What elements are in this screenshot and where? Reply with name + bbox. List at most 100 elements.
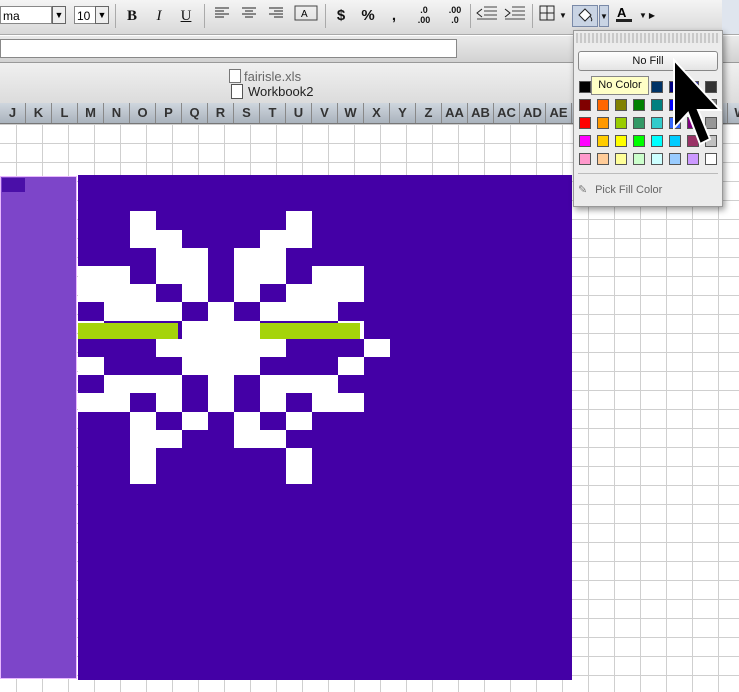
borders-icon[interactable]: [538, 5, 556, 27]
toolbar-overflow-icon[interactable]: ▶: [648, 5, 656, 27]
align-left-icon[interactable]: [212, 5, 232, 27]
column-header[interactable]: X: [364, 103, 390, 123]
snowflake-cell[interactable]: [78, 284, 156, 303]
column-header[interactable]: AE: [546, 103, 572, 123]
font-size-dropdown-icon[interactable]: ▼: [95, 6, 109, 24]
align-center-icon[interactable]: [239, 5, 259, 27]
decrease-decimal-button[interactable]: .00 .0: [442, 5, 468, 27]
fill-color-icon[interactable]: [572, 5, 598, 27]
color-swatch[interactable]: [615, 153, 627, 165]
color-swatch[interactable]: [579, 117, 591, 129]
snowflake-cell[interactable]: [130, 229, 182, 248]
color-swatch[interactable]: [633, 153, 645, 165]
column-header[interactable]: Q: [182, 103, 208, 123]
fill-color-dropdown-icon[interactable]: ▼: [599, 5, 609, 27]
column-header[interactable]: U: [286, 103, 312, 123]
window-title-workbook2[interactable]: Workbook2: [248, 84, 314, 99]
column-header[interactable]: V: [312, 103, 338, 123]
snowflake-cell[interactable]: [208, 302, 234, 321]
snowflake-cell[interactable]: [130, 429, 182, 448]
snowflake-cell[interactable]: [104, 375, 182, 394]
color-swatch[interactable]: [633, 99, 645, 111]
column-header[interactable]: AD: [520, 103, 546, 123]
color-swatch[interactable]: [651, 117, 663, 129]
color-swatch[interactable]: [615, 117, 627, 129]
color-swatch[interactable]: [579, 135, 591, 147]
snowflake-cell[interactable]: [130, 211, 156, 230]
column-header[interactable]: L: [52, 103, 78, 123]
green-stripe-cell[interactable]: [78, 322, 178, 339]
snowflake-cell[interactable]: [156, 393, 182, 412]
formula-input[interactable]: [0, 39, 457, 58]
column-header[interactable]: R: [208, 103, 234, 123]
snowflake-cell[interactable]: [260, 229, 312, 248]
color-swatch[interactable]: [597, 117, 609, 129]
snowflake-cell[interactable]: [208, 375, 234, 394]
snowflake-cell[interactable]: [286, 466, 312, 485]
column-header[interactable]: J: [0, 103, 26, 123]
underline-button[interactable]: U: [176, 5, 196, 27]
color-swatch[interactable]: [651, 153, 663, 165]
percent-button[interactable]: %: [358, 5, 378, 27]
color-swatch[interactable]: [651, 99, 663, 111]
pick-fill-color-button[interactable]: ✎ Pick Fill Color: [578, 181, 718, 199]
color-swatch[interactable]: [633, 117, 645, 129]
snowflake-cell[interactable]: [234, 284, 260, 303]
snowflake-cell[interactable]: [234, 429, 286, 448]
snowflake-cell[interactable]: [78, 357, 104, 376]
snowflake-cell[interactable]: [130, 466, 156, 485]
snowflake-cell[interactable]: [286, 448, 312, 467]
snowflake-cell[interactable]: [260, 302, 338, 321]
font-color-icon[interactable]: A: [614, 5, 634, 27]
snowflake-cell[interactable]: [286, 284, 364, 303]
snowflake-cell[interactable]: [234, 411, 260, 430]
filled-range[interactable]: [78, 175, 572, 680]
snowflake-cell[interactable]: [312, 393, 364, 412]
column-header[interactable]: K: [26, 103, 52, 123]
comma-button[interactable]: ,: [386, 5, 402, 27]
column-header[interactable]: S: [234, 103, 260, 123]
font-color-dropdown-icon[interactable]: ▼: [638, 5, 648, 27]
column-header[interactable]: AB: [468, 103, 494, 123]
increase-indent-icon[interactable]: [503, 5, 527, 27]
snowflake-cell[interactable]: [338, 357, 364, 376]
borders-dropdown-icon[interactable]: ▼: [558, 5, 568, 27]
snowflake-cell[interactable]: [260, 393, 286, 412]
color-swatch[interactable]: [597, 135, 609, 147]
increase-decimal-button[interactable]: .0 .00: [411, 5, 437, 27]
column-header[interactable]: P: [156, 103, 182, 123]
snowflake-cell[interactable]: [234, 247, 286, 266]
snowflake-cell[interactable]: [286, 411, 312, 430]
snowflake-cell[interactable]: [78, 266, 130, 285]
bold-button[interactable]: B: [122, 5, 142, 27]
merge-center-icon[interactable]: A: [293, 5, 319, 27]
snowflake-cell[interactable]: [182, 320, 260, 339]
snowflake-cell[interactable]: [156, 247, 208, 266]
italic-button[interactable]: I: [149, 5, 169, 27]
snowflake-cell[interactable]: [156, 338, 286, 357]
decrease-indent-icon[interactable]: [475, 5, 499, 27]
align-right-icon[interactable]: [266, 5, 286, 27]
color-swatch[interactable]: [597, 99, 609, 111]
column-header[interactable]: Y: [390, 103, 416, 123]
snowflake-cell[interactable]: [156, 266, 208, 285]
color-swatch[interactable]: [615, 135, 627, 147]
font-name-dropdown-icon[interactable]: ▼: [52, 6, 66, 24]
font-size-field[interactable]: 10: [74, 6, 96, 24]
snowflake-cell[interactable]: [130, 411, 156, 430]
snowflake-cell[interactable]: [182, 284, 208, 303]
snowflake-cell[interactable]: [104, 302, 182, 321]
palette-drag-handle[interactable]: [576, 33, 720, 43]
color-swatch[interactable]: [579, 153, 591, 165]
column-header[interactable]: T: [260, 103, 286, 123]
snowflake-cell[interactable]: [364, 338, 390, 357]
font-name-field[interactable]: ma: [0, 6, 52, 24]
green-stripe-cell[interactable]: [260, 322, 360, 339]
column-header[interactable]: W: [338, 103, 364, 123]
column-header[interactable]: AC: [494, 103, 520, 123]
color-swatch[interactable]: [579, 81, 591, 93]
color-swatch[interactable]: [651, 135, 663, 147]
snowflake-cell[interactable]: [130, 448, 156, 467]
snowflake-cell[interactable]: [208, 393, 234, 412]
color-swatch[interactable]: [651, 81, 663, 93]
